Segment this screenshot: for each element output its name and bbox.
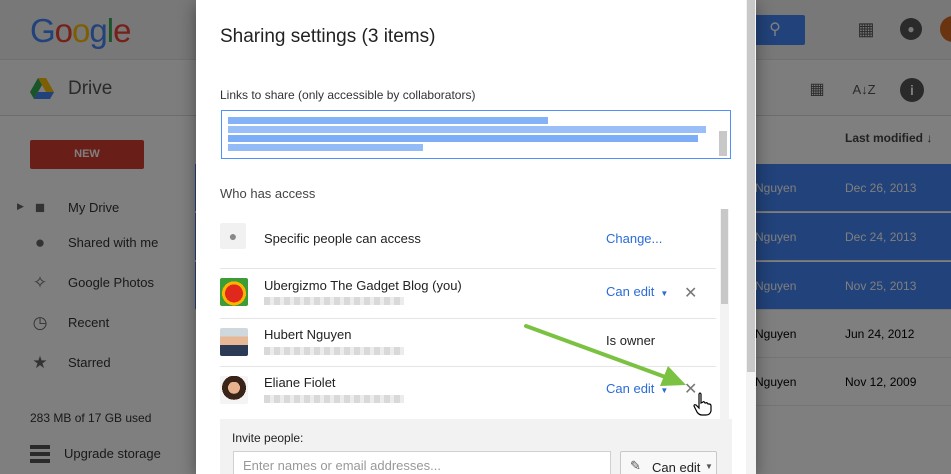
permission-label: Is owner: [606, 333, 656, 348]
redacted-email: [264, 297, 404, 305]
who-has-access-heading: Who has access: [220, 186, 316, 201]
avatar: [220, 328, 248, 356]
list-item: Eliane Fiolet Can edit ▼ ✕: [220, 367, 716, 415]
chevron-down-icon: ▼: [705, 462, 713, 471]
hand-cursor-icon: [693, 392, 712, 416]
person-name: Eliane Fiolet: [264, 375, 336, 390]
list-item: Hubert Nguyen Is owner: [220, 319, 716, 367]
permission-dropdown[interactable]: Can edit ▼: [606, 284, 668, 299]
chevron-down-icon: ▼: [660, 289, 669, 298]
list-item: Ubergizmo The Gadget Blog (you) Can edit…: [220, 269, 716, 319]
redacted-links: [228, 115, 708, 153]
link-access-label: Specific people can access: [264, 231, 421, 246]
invite-input[interactable]: [233, 451, 611, 474]
avatar: [220, 376, 248, 404]
link-access-row: ● Specific people can access Change...: [220, 209, 716, 269]
close-icon[interactable]: ✕: [684, 283, 697, 303]
pencil-icon: ✎: [630, 458, 641, 473]
redacted-email: [264, 347, 404, 355]
dialog-scrollbar[interactable]: [746, 0, 756, 474]
sharing-settings-dialog: Sharing settings (3 items) Links to shar…: [196, 0, 756, 474]
permission-dropdown[interactable]: Can edit ▼: [606, 381, 668, 396]
change-link-access[interactable]: Change...: [606, 231, 662, 246]
dialog-title: Sharing settings (3 items): [220, 26, 436, 47]
invite-section: Invite people: ✎ Can edit ▼: [220, 419, 732, 474]
scrollbar-thumb[interactable]: [747, 0, 755, 372]
people-icon: ●: [220, 223, 246, 249]
avatar: [220, 278, 248, 306]
invite-permission-button[interactable]: ✎ Can edit ▼: [620, 451, 717, 474]
permission-label: Can edit: [606, 381, 655, 396]
access-list-scrollbar[interactable]: [720, 209, 729, 429]
share-links-field[interactable]: [221, 110, 731, 159]
links-label: Links to share (only accessible by colla…: [220, 88, 476, 102]
person-name: Ubergizmo The Gadget Blog (you): [264, 278, 462, 293]
invite-permission-label: Can edit: [652, 460, 701, 474]
redacted-email: [264, 395, 404, 403]
invite-label: Invite people:: [232, 431, 304, 445]
permission-label: Can edit: [606, 284, 655, 299]
chevron-down-icon: ▼: [660, 386, 669, 395]
access-list: ● Specific people can access Change... U…: [220, 209, 716, 429]
person-name: Hubert Nguyen: [264, 327, 352, 342]
field-scrollbar[interactable]: [719, 131, 727, 156]
scrollbar-thumb[interactable]: [721, 209, 728, 304]
